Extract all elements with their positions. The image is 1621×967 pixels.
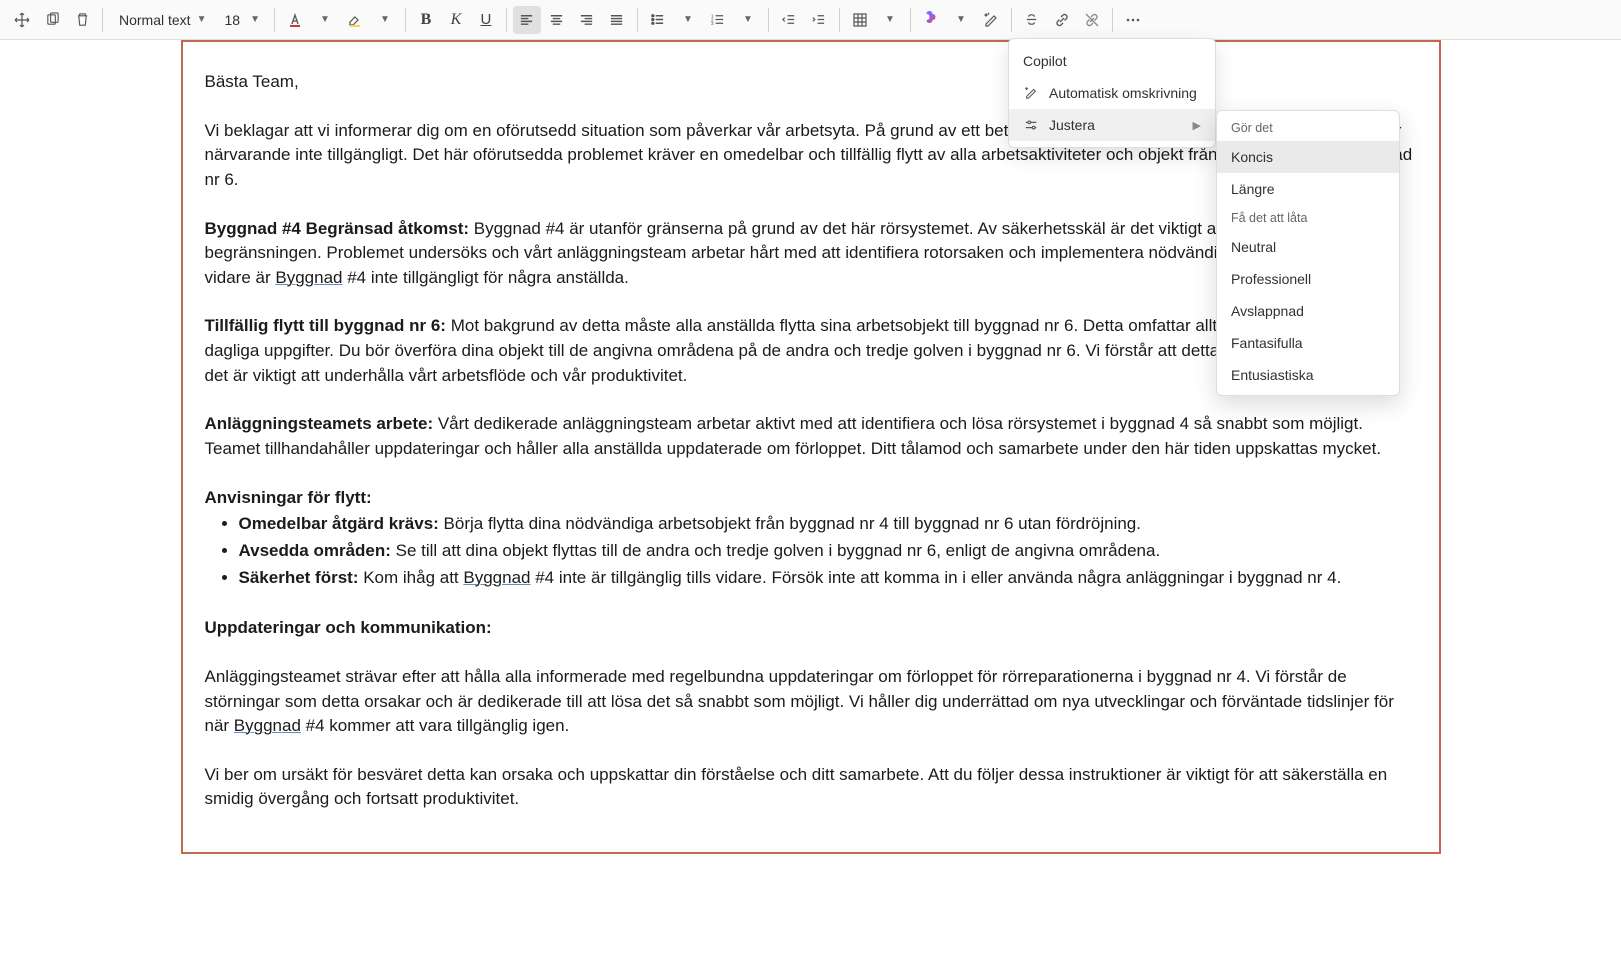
option-neutral[interactable]: Neutral	[1217, 231, 1399, 263]
heading-inline: Anvisningar för flytt:	[205, 488, 372, 507]
separator	[274, 8, 275, 32]
paragraph: Anläggingsteamet strävar efter att hålla…	[205, 665, 1417, 739]
copilot-menu-title[interactable]: Copilot	[1009, 45, 1215, 77]
separator	[1011, 8, 1012, 32]
heading-inline: Anläggningsteamets arbete:	[205, 414, 438, 433]
font-size-select[interactable]: 18 ▼	[216, 6, 267, 34]
copilot-button[interactable]	[917, 6, 945, 34]
strikethrough-button[interactable]	[1018, 6, 1046, 34]
wand-icon	[1023, 86, 1039, 100]
greeting: Bästa Team,	[205, 70, 1417, 95]
italic-button[interactable]: K	[442, 6, 470, 34]
svg-text:3: 3	[711, 21, 714, 26]
option-enthusiastic[interactable]: Entusiastiska	[1217, 359, 1399, 391]
align-right-button[interactable]	[573, 6, 601, 34]
underline-button[interactable]: U	[472, 6, 500, 34]
paragraph: Anvisningar för flytt:	[205, 486, 1417, 511]
heading-inline: Byggnad #4 Begränsad åtkomst:	[205, 219, 474, 238]
separator	[637, 8, 638, 32]
more-button[interactable]	[1119, 6, 1147, 34]
highlight-button[interactable]	[341, 6, 369, 34]
link-byggnad[interactable]: Byggnad	[234, 716, 301, 735]
chevron-down-icon[interactable]: ▼	[876, 6, 904, 34]
sliders-icon	[1023, 118, 1039, 132]
paragraph: Uppdateringar och kommunikation:	[205, 616, 1417, 641]
link-byggnad[interactable]: Byggnad	[463, 568, 530, 587]
separator	[768, 8, 769, 32]
link-button[interactable]	[1048, 6, 1076, 34]
option-longer[interactable]: Längre	[1217, 173, 1399, 205]
link-byggnad[interactable]: Byggnad	[275, 268, 342, 287]
separator	[839, 8, 840, 32]
menu-header: Få det att låta	[1217, 205, 1399, 231]
align-center-button[interactable]	[543, 6, 571, 34]
option-concise[interactable]: Koncis	[1217, 141, 1399, 173]
chevron-down-icon[interactable]: ▼	[947, 6, 975, 34]
move-icon[interactable]	[8, 6, 36, 34]
adjust-menu: Gör det Koncis Längre Få det att låta Ne…	[1216, 110, 1400, 396]
paragraph: Vi ber om ursäkt för besväret detta kan …	[205, 763, 1417, 812]
option-professional[interactable]: Professionell	[1217, 263, 1399, 295]
copy-icon[interactable]	[38, 6, 66, 34]
align-left-button[interactable]	[513, 6, 541, 34]
copilot-menu: Copilot Automatisk omskrivning Justera ▶	[1008, 38, 1216, 148]
chevron-down-icon[interactable]: ▼	[734, 6, 762, 34]
delete-icon[interactable]	[68, 6, 96, 34]
chevron-down-icon: ▼	[250, 14, 260, 25]
numbered-list-button[interactable]: 123	[704, 6, 732, 34]
chevron-down-icon[interactable]: ▼	[371, 6, 399, 34]
adjust-item[interactable]: Justera ▶	[1009, 109, 1215, 141]
align-justify-button[interactable]	[603, 6, 631, 34]
paragraph: Anläggningsteamets arbete: Vårt dedikera…	[205, 412, 1417, 461]
separator	[506, 8, 507, 32]
list-item: Omedelbar åtgärd krävs: Börja flytta din…	[239, 512, 1417, 537]
heading-inline: Tillfällig flytt till byggnad nr 6:	[205, 316, 451, 335]
chevron-down-icon[interactable]: ▼	[674, 6, 702, 34]
table-button[interactable]	[846, 6, 874, 34]
decrease-indent-button[interactable]	[775, 6, 803, 34]
bullet-list-button[interactable]	[644, 6, 672, 34]
chevron-down-icon[interactable]: ▼	[311, 6, 339, 34]
menu-header: Gör det	[1217, 115, 1399, 141]
chevron-down-icon: ▼	[197, 14, 207, 25]
increase-indent-button[interactable]	[805, 6, 833, 34]
unlink-button[interactable]	[1078, 6, 1106, 34]
list-item: Säkerhet först: Kom ihåg att Byggnad #4 …	[239, 566, 1417, 591]
heading-inline: Uppdateringar och kommunikation:	[205, 618, 492, 637]
separator	[102, 8, 103, 32]
separator	[405, 8, 406, 32]
option-casual[interactable]: Avslappnad	[1217, 295, 1399, 327]
rewrite-button[interactable]	[977, 6, 1005, 34]
separator	[910, 8, 911, 32]
font-size-value: 18	[224, 12, 240, 28]
style-label: Normal text	[119, 12, 191, 28]
style-select[interactable]: Normal text ▼	[109, 6, 214, 34]
list-item: Avsedda områden: Se till att dina objekt…	[239, 539, 1417, 564]
option-fantastic[interactable]: Fantasifulla	[1217, 327, 1399, 359]
bold-button[interactable]: B	[412, 6, 440, 34]
chevron-right-icon: ▶	[1193, 119, 1201, 132]
bullet-list: Omedelbar åtgärd krävs: Börja flytta din…	[205, 512, 1417, 590]
toolbar: Normal text ▼ 18 ▼ ▼ ▼ B K U ▼ 123 ▼	[0, 0, 1621, 40]
font-color-button[interactable]	[281, 6, 309, 34]
auto-rewrite-item[interactable]: Automatisk omskrivning	[1009, 77, 1215, 109]
separator	[1112, 8, 1113, 32]
